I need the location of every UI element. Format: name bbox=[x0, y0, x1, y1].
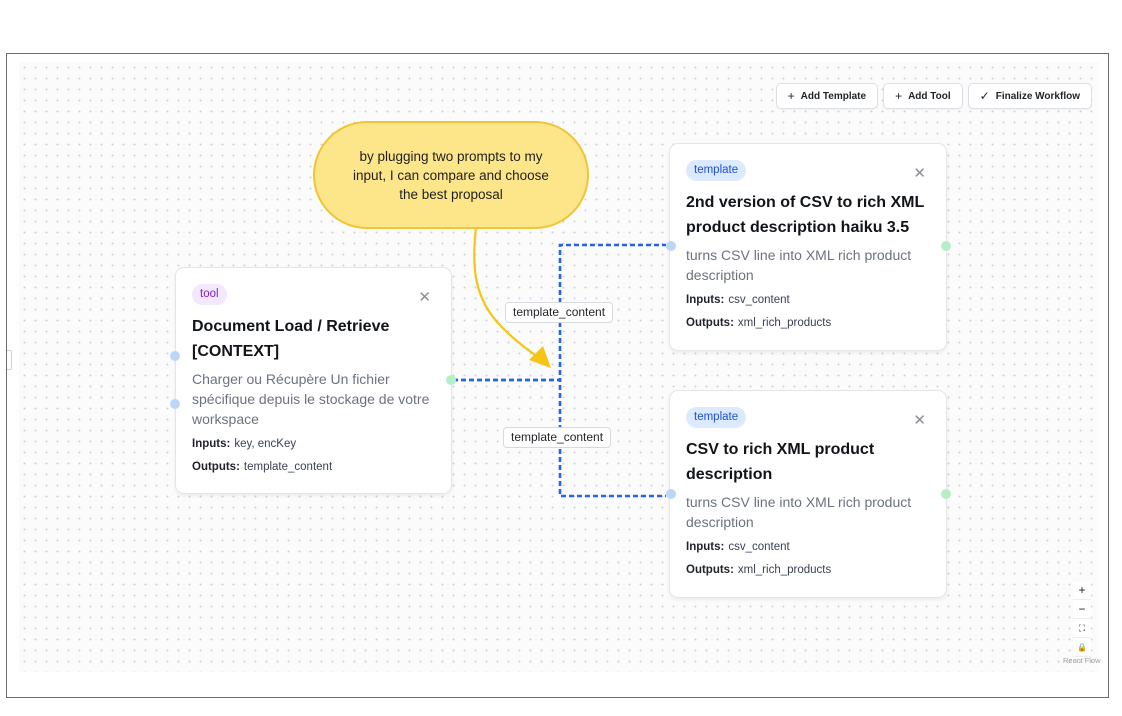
side-handle[interactable] bbox=[7, 350, 12, 370]
node-inputs: Inputs: key, encKey bbox=[192, 438, 297, 450]
template2-input-handle[interactable] bbox=[666, 489, 676, 499]
tool-input-handle-1[interactable] bbox=[170, 351, 180, 361]
finalize-workflow-button[interactable]: ✓ Finalize Workflow bbox=[967, 83, 1092, 109]
template2-output-handle[interactable] bbox=[941, 489, 951, 499]
finalize-workflow-label: Finalize Workflow bbox=[995, 90, 1080, 102]
fit-view-icon[interactable]: ⛶ bbox=[1073, 619, 1091, 638]
tool-input-handle-2[interactable] bbox=[170, 399, 180, 409]
zoom-in-button[interactable]: + bbox=[1073, 581, 1091, 600]
close-icon[interactable]: ✕ bbox=[418, 290, 431, 305]
annotation-bubble: by plugging two prompts to my input, I c… bbox=[313, 121, 589, 229]
lock-icon[interactable]: 🔒 bbox=[1073, 638, 1091, 657]
react-flow-attribution[interactable]: React Flow bbox=[1063, 656, 1101, 665]
annotation-text: by plugging two prompts to my input, I c… bbox=[353, 148, 549, 202]
toolbar: + Add Template + Add Tool ✓ Finalize Wor… bbox=[775, 83, 1092, 109]
node-type-badge: template bbox=[686, 160, 747, 181]
node-title: Document Load / Retrieve [CONTEXT] bbox=[192, 318, 390, 360]
node-outputs: Outputs: xml_rich_products bbox=[686, 317, 832, 329]
template-node-1[interactable]: template ✕ 2nd version of CSV to rich XM… bbox=[669, 143, 947, 351]
close-icon[interactable]: ✕ bbox=[913, 413, 926, 428]
check-icon: ✓ bbox=[979, 89, 990, 103]
edge-label-2[interactable]: template_content bbox=[503, 427, 612, 448]
node-outputs: Outputs: template_content bbox=[192, 461, 333, 473]
add-template-button[interactable]: + Add Template bbox=[775, 83, 879, 109]
node-title: CSV to rich XML product description bbox=[686, 441, 875, 483]
zoom-out-button[interactable]: − bbox=[1073, 600, 1091, 619]
add-tool-label: Add Tool bbox=[908, 90, 951, 102]
edge-label-1[interactable]: template_content bbox=[505, 302, 614, 323]
node-title: 2nd version of CSV to rich XML product d… bbox=[686, 194, 924, 236]
flow-frame: + Add Template + Add Tool ✓ Finalize Wor… bbox=[6, 53, 1109, 698]
template-node-2[interactable]: template ✕ CSV to rich XML product descr… bbox=[669, 390, 947, 598]
node-inputs: Inputs: csv_content bbox=[686, 541, 790, 553]
add-tool-button[interactable]: + Add Tool bbox=[883, 83, 963, 109]
template1-input-handle[interactable] bbox=[666, 241, 676, 251]
node-outputs: Outputs: xml_rich_products bbox=[686, 564, 832, 576]
node-description: turns CSV line into XML rich product des… bbox=[686, 494, 912, 530]
tool-node[interactable]: tool ✕ Document Load / Retrieve [CONTEXT… bbox=[175, 267, 452, 494]
flow-controls: + − ⛶ 🔒 bbox=[1073, 581, 1091, 657]
node-type-badge: template bbox=[686, 407, 747, 428]
tool-output-handle[interactable] bbox=[446, 375, 456, 385]
close-icon[interactable]: ✕ bbox=[913, 166, 926, 181]
node-description: turns CSV line into XML rich product des… bbox=[686, 247, 912, 283]
node-description: Charger ou Récupère Un fichier spécifiqu… bbox=[192, 371, 430, 427]
node-type-badge: tool bbox=[192, 284, 227, 305]
template1-output-handle[interactable] bbox=[941, 241, 951, 251]
plus-icon: + bbox=[895, 89, 903, 103]
plus-icon: + bbox=[787, 89, 795, 103]
add-template-label: Add Template bbox=[800, 90, 867, 102]
node-inputs: Inputs: csv_content bbox=[686, 294, 790, 306]
